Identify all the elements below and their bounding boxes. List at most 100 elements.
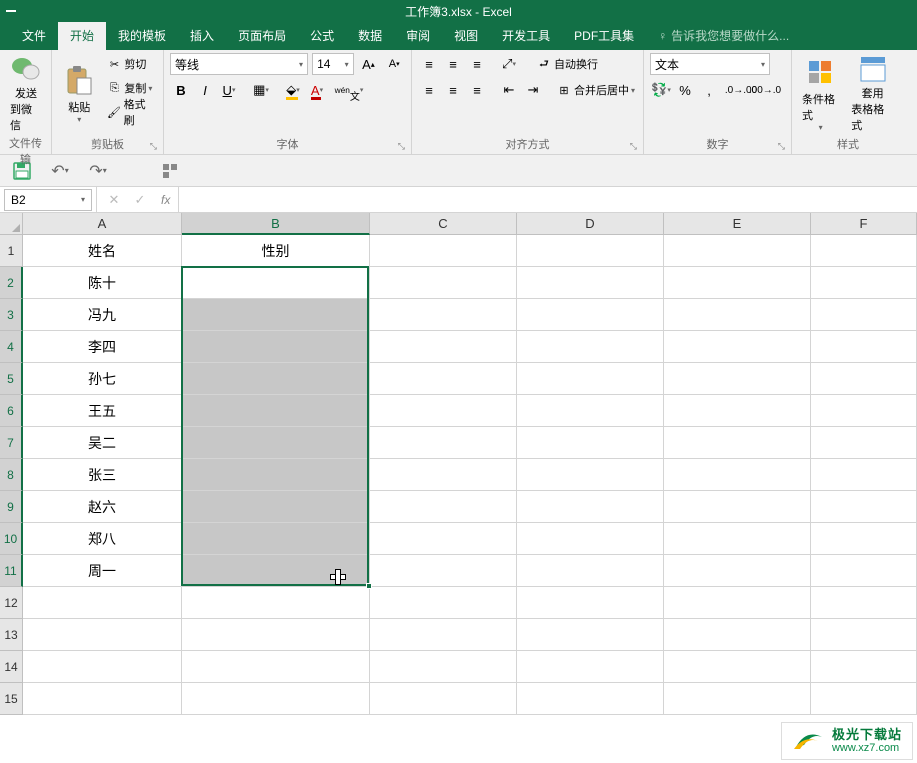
cell-B5[interactable] (182, 363, 370, 395)
redo-button[interactable]: ↷▾ (86, 159, 110, 183)
row-header-10[interactable]: 10 (0, 523, 23, 555)
format-painter-button[interactable]: 🖌格式刷 (104, 101, 157, 123)
decrease-indent-button[interactable]: ⇤ (498, 79, 520, 101)
wrap-text-button[interactable]: ⮐自动换行 (534, 53, 600, 75)
select-all-corner[interactable] (0, 213, 23, 235)
cell-D2[interactable] (517, 267, 664, 299)
cell-D14[interactable] (517, 651, 664, 683)
cell-F12[interactable] (811, 587, 917, 619)
bold-button[interactable]: B (170, 79, 192, 101)
cell-C15[interactable] (370, 683, 517, 715)
cell-D3[interactable] (517, 299, 664, 331)
cell-C8[interactable] (370, 459, 517, 491)
cell-E9[interactable] (664, 491, 811, 523)
cell-F7[interactable] (811, 427, 917, 459)
row-header-5[interactable]: 5 (0, 363, 23, 395)
cell-D13[interactable] (517, 619, 664, 651)
cell-C13[interactable] (370, 619, 517, 651)
decrease-font-button[interactable]: A▾ (383, 53, 405, 75)
row-header-7[interactable]: 7 (0, 427, 23, 459)
column-header-A[interactable]: A (23, 213, 182, 235)
comma-button[interactable]: , (698, 79, 720, 101)
row-header-4[interactable]: 4 (0, 331, 23, 363)
cell-E14[interactable] (664, 651, 811, 683)
cell-B12[interactable] (182, 587, 370, 619)
cell-D9[interactable] (517, 491, 664, 523)
cell-A1[interactable]: 姓名 (23, 235, 182, 267)
percent-button[interactable]: % (674, 79, 696, 101)
underline-button[interactable]: U▾ (218, 79, 240, 101)
font-color-button[interactable]: A▾ (306, 79, 328, 101)
tab-layout[interactable]: 页面布局 (226, 21, 298, 50)
cell-E4[interactable] (664, 331, 811, 363)
row-header-9[interactable]: 9 (0, 491, 23, 523)
increase-font-button[interactable]: A▴ (358, 53, 380, 75)
cell-E13[interactable] (664, 619, 811, 651)
cell-B9[interactable] (182, 491, 370, 523)
cell-A10[interactable]: 郑八 (23, 523, 182, 555)
cell-C1[interactable] (370, 235, 517, 267)
expand-icon[interactable]: ⤡ (630, 141, 637, 152)
cell-C4[interactable] (370, 331, 517, 363)
row-header-2[interactable]: 2 (0, 267, 23, 299)
cell-A4[interactable]: 李四 (23, 331, 182, 363)
tab-file[interactable]: 文件 (10, 21, 58, 50)
cell-D4[interactable] (517, 331, 664, 363)
cell-A3[interactable]: 冯九 (23, 299, 182, 331)
name-box[interactable]: B2▾ (4, 189, 92, 211)
cell-E15[interactable] (664, 683, 811, 715)
row-header-1[interactable]: 1 (0, 235, 23, 267)
cell-A12[interactable] (23, 587, 182, 619)
border-button[interactable]: ▦▾ (250, 79, 272, 101)
cell-C10[interactable] (370, 523, 517, 555)
cell-A9[interactable]: 赵六 (23, 491, 182, 523)
column-header-F[interactable]: F (811, 213, 917, 235)
tab-insert[interactable]: 插入 (178, 21, 226, 50)
cell-B11[interactable] (182, 555, 370, 587)
cell-F5[interactable] (811, 363, 917, 395)
row-header-6[interactable]: 6 (0, 395, 23, 427)
cell-F8[interactable] (811, 459, 917, 491)
cell-A13[interactable] (23, 619, 182, 651)
cell-A14[interactable] (23, 651, 182, 683)
row-header-12[interactable]: 12 (0, 587, 23, 619)
column-header-C[interactable]: C (370, 213, 517, 235)
align-left-button[interactable]: ≡ (418, 79, 440, 101)
cell-F11[interactable] (811, 555, 917, 587)
column-header-E[interactable]: E (664, 213, 811, 235)
expand-icon[interactable]: ⤡ (398, 141, 405, 152)
cell-B15[interactable] (182, 683, 370, 715)
cell-B4[interactable] (182, 331, 370, 363)
cancel-formula-button[interactable]: ✕ (105, 192, 123, 208)
tab-pdf[interactable]: PDF工具集 (562, 21, 646, 50)
cell-B2[interactable] (182, 267, 370, 299)
paste-button[interactable]: 粘贴 ▾ (58, 53, 100, 135)
cell-A7[interactable]: 吴二 (23, 427, 182, 459)
cell-F3[interactable] (811, 299, 917, 331)
currency-button[interactable]: 💱▾ (650, 79, 672, 101)
cell-F14[interactable] (811, 651, 917, 683)
cell-C5[interactable] (370, 363, 517, 395)
font-name-select[interactable]: 等线▾ (170, 53, 308, 75)
send-to-wechat-button[interactable]: 发送 到微信 (6, 53, 46, 135)
cell-F15[interactable] (811, 683, 917, 715)
increase-indent-button[interactable]: ⇥ (522, 79, 544, 101)
cell-A5[interactable]: 孙七 (23, 363, 182, 395)
align-center-button[interactable]: ≡ (442, 79, 464, 101)
align-right-button[interactable]: ≡ (466, 79, 488, 101)
cell-D15[interactable] (517, 683, 664, 715)
align-middle-button[interactable]: ≡ (442, 53, 464, 75)
cell-B1[interactable]: 性别 (182, 235, 370, 267)
cell-C2[interactable] (370, 267, 517, 299)
cell-C14[interactable] (370, 651, 517, 683)
cell-D11[interactable] (517, 555, 664, 587)
cell-C6[interactable] (370, 395, 517, 427)
cell-D1[interactable] (517, 235, 664, 267)
row-header-15[interactable]: 15 (0, 683, 23, 715)
control-icon[interactable] (6, 10, 16, 12)
touch-mode-button[interactable] (158, 159, 182, 183)
cell-E10[interactable] (664, 523, 811, 555)
cell-A8[interactable]: 张三 (23, 459, 182, 491)
tab-review[interactable]: 审阅 (394, 21, 442, 50)
cell-E5[interactable] (664, 363, 811, 395)
